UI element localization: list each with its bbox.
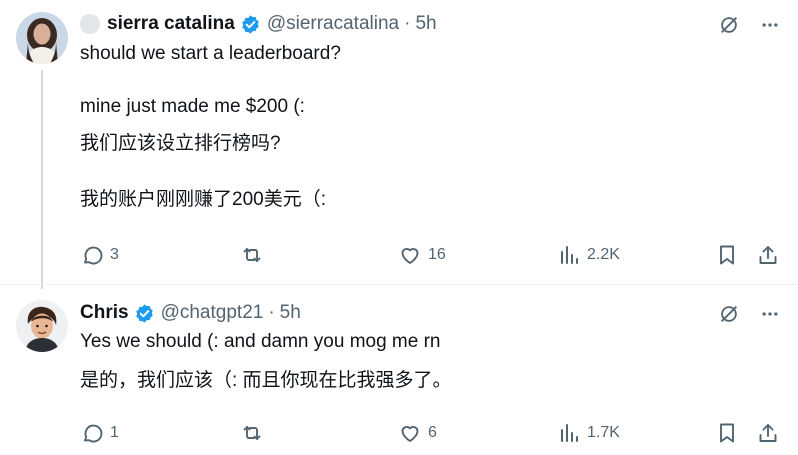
timestamp[interactable]: 5h xyxy=(415,13,436,35)
tweet-text-line: Yes we should (: and damn you mog me rn xyxy=(80,331,441,352)
share-button[interactable] xyxy=(756,420,786,446)
bookmark-button[interactable] xyxy=(715,242,745,268)
verified-badge-icon[interactable] xyxy=(134,303,155,324)
reply-button[interactable]: 1 xyxy=(80,420,119,446)
bookmark-icon xyxy=(720,245,734,265)
more-options-icon[interactable] xyxy=(760,304,780,324)
timestamp[interactable]: 5h xyxy=(280,302,301,324)
tweet-text-line: should we start a leaderboard? xyxy=(80,43,341,64)
views-count: 1.7K xyxy=(587,424,620,441)
tweet-header: Chris @chatgpt21 · 5h xyxy=(80,301,301,325)
bookmark-button[interactable] xyxy=(715,420,745,446)
bookmark-icon xyxy=(720,423,734,443)
tweet-text-line: mine just made me $200 (: xyxy=(80,96,305,117)
author-name[interactable]: Chris xyxy=(80,302,129,324)
share-button[interactable] xyxy=(756,242,786,268)
like-count: 6 xyxy=(428,424,437,441)
emoji-icon xyxy=(80,14,100,34)
tweet[interactable]: Chris @chatgpt21 · 5h Yes we should (: a… xyxy=(0,285,798,455)
thread-line xyxy=(41,70,43,289)
avatar[interactable] xyxy=(16,12,68,64)
retweet-icon xyxy=(243,426,261,440)
reply-count: 1 xyxy=(110,424,119,441)
views-button[interactable]: 1.7K xyxy=(557,420,620,446)
heart-icon xyxy=(401,248,419,264)
like-count: 16 xyxy=(428,246,446,263)
more-options-icon[interactable] xyxy=(760,15,780,35)
views-chart-icon xyxy=(561,246,578,264)
views-count: 2.2K xyxy=(587,246,620,263)
grok-icon[interactable] xyxy=(718,303,740,325)
verified-badge-icon[interactable] xyxy=(240,14,261,35)
separator-dot: · xyxy=(404,13,411,34)
tweet[interactable]: sierra catalina @sierracatalina · 5h sho… xyxy=(0,0,798,289)
share-icon xyxy=(759,424,777,442)
author-handle[interactable]: @chatgpt21 xyxy=(161,302,264,324)
reply-count: 3 xyxy=(110,246,119,263)
views-button[interactable]: 2.2K xyxy=(557,242,620,268)
heart-icon xyxy=(401,426,419,442)
author-name[interactable]: sierra catalina xyxy=(107,13,235,35)
views-chart-icon xyxy=(561,424,578,442)
reply-button[interactable]: 3 xyxy=(80,242,119,268)
avatar[interactable] xyxy=(16,300,68,352)
grok-icon[interactable] xyxy=(718,14,740,36)
share-icon xyxy=(759,246,777,264)
retweet-button[interactable] xyxy=(240,242,270,268)
tweet-text-line: 我的账户刚刚赚了200美元（: xyxy=(80,189,326,210)
retweet-button[interactable] xyxy=(240,420,270,446)
author-handle[interactable]: @sierracatalina xyxy=(267,13,399,35)
separator-dot: · xyxy=(268,302,275,323)
reply-icon xyxy=(84,246,103,265)
tweet-text-line: 我们应该设立排行榜吗? xyxy=(80,133,281,154)
like-button[interactable]: 16 xyxy=(398,242,446,268)
like-button[interactable]: 6 xyxy=(398,420,437,446)
action-bar: 3 16 2.2K xyxy=(80,242,780,268)
retweet-icon xyxy=(243,248,261,262)
reply-icon xyxy=(84,424,103,443)
tweet-text-line: 是的，我们应该（: 而且你现在比我强多了。 xyxy=(80,370,452,391)
tweet-header: sierra catalina @sierracatalina · 5h xyxy=(80,12,437,36)
action-bar: 1 6 1.7K xyxy=(80,420,780,446)
